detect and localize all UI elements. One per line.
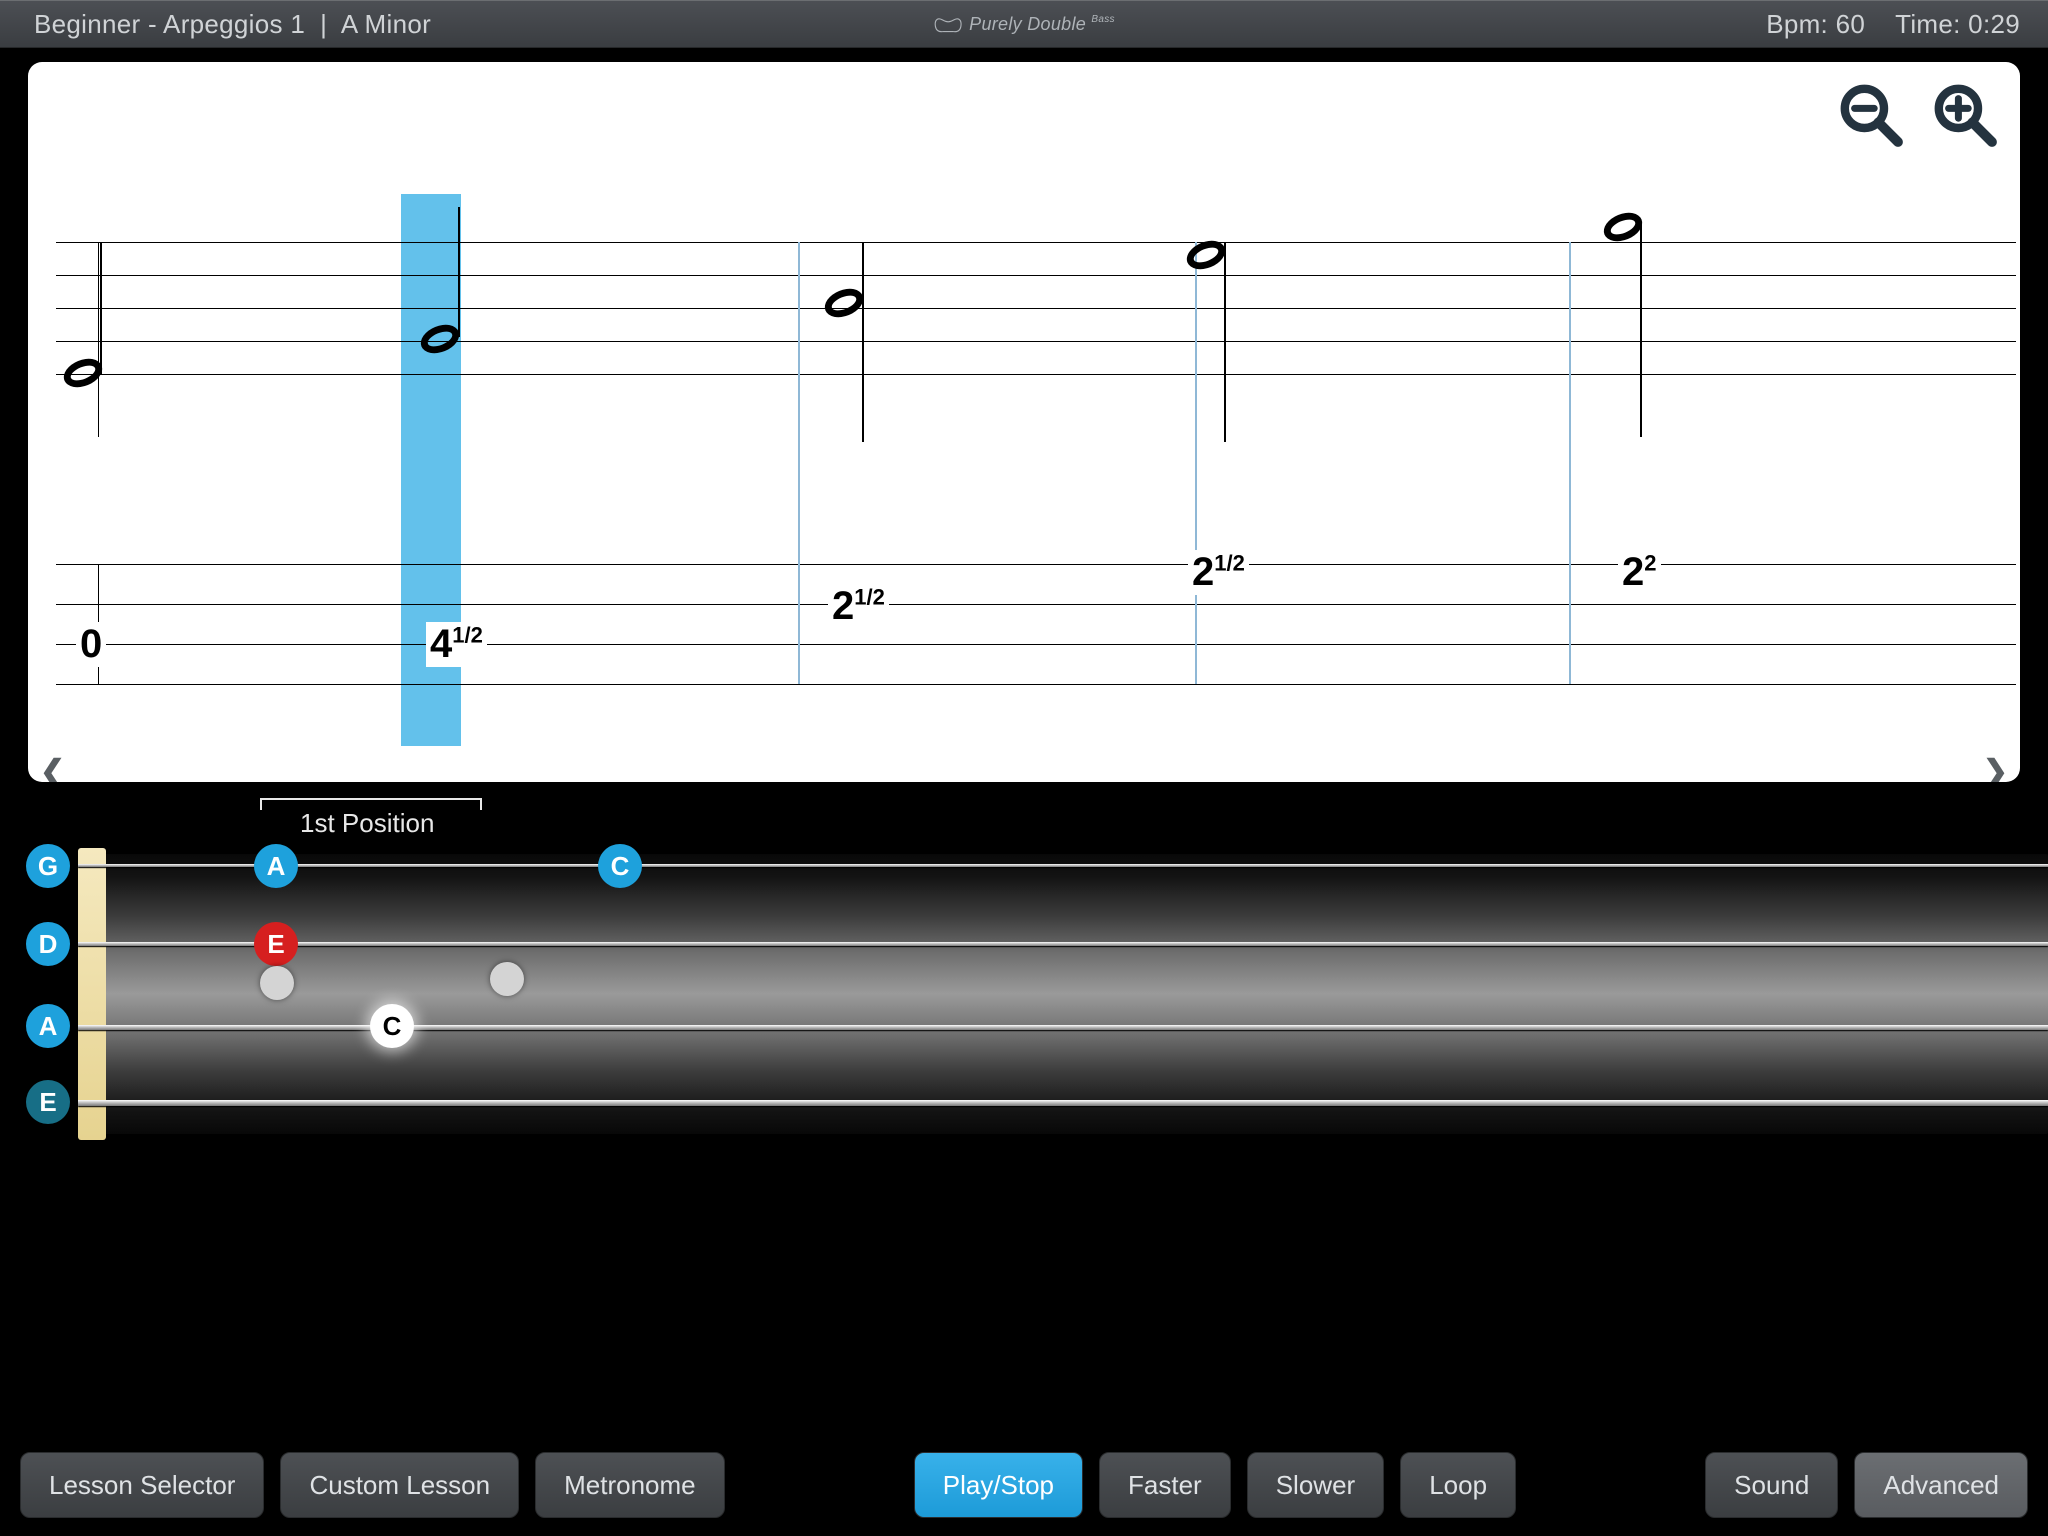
slower-button[interactable]: Slower bbox=[1247, 1452, 1384, 1518]
tab-fret: 41/2 bbox=[426, 622, 487, 667]
note-stem bbox=[1224, 242, 1226, 442]
string-d bbox=[78, 942, 2048, 946]
string-e bbox=[78, 1100, 2048, 1106]
metronome-button[interactable]: Metronome bbox=[535, 1452, 725, 1518]
faster-button[interactable]: Faster bbox=[1099, 1452, 1231, 1518]
playback-controls: Play/Stop Faster Slower Loop bbox=[914, 1452, 1516, 1518]
loop-button[interactable]: Loop bbox=[1400, 1452, 1516, 1518]
open-string-e[interactable]: E bbox=[26, 1080, 70, 1124]
position-label: 1st Position bbox=[300, 808, 434, 839]
tab-fret: 22 bbox=[1618, 550, 1661, 595]
sound-button[interactable]: Sound bbox=[1705, 1452, 1838, 1518]
time-readout: Time: 0:29 bbox=[1895, 9, 2020, 40]
fret-marker-e-active[interactable]: E bbox=[254, 922, 298, 966]
note-stem bbox=[458, 207, 460, 337]
bottom-toolbar: Lesson Selector Custom Lesson Metronome … bbox=[0, 1434, 2048, 1536]
lesson-title: Beginner - Arpeggios 1 | A Minor bbox=[0, 9, 431, 40]
note-stem bbox=[862, 242, 864, 442]
brand-logo: Purely Double Bass bbox=[933, 12, 1115, 36]
tab-fret: 0 bbox=[76, 622, 106, 667]
open-string-d[interactable]: D bbox=[26, 922, 70, 966]
fret-finger-dot bbox=[260, 966, 294, 1000]
top-bar: Beginner - Arpeggios 1 | A Minor Purely … bbox=[0, 0, 2048, 48]
fret-marker-c-current[interactable]: C bbox=[370, 1004, 414, 1048]
zoom-out-button[interactable] bbox=[1830, 74, 1910, 154]
tab-fret: 21/2 bbox=[828, 584, 889, 629]
tab-staff bbox=[56, 564, 2016, 694]
score-panel: 0 41/2 21/2 21/2 22 ❮ ❯ bbox=[28, 62, 2020, 782]
note-stem bbox=[100, 242, 102, 374]
zoom-in-button[interactable] bbox=[1924, 74, 2004, 154]
custom-lesson-button[interactable]: Custom Lesson bbox=[280, 1452, 519, 1518]
open-string-g[interactable]: G bbox=[26, 844, 70, 888]
fretboard-nut bbox=[78, 848, 106, 1140]
notation-staff bbox=[56, 242, 2016, 402]
advanced-button[interactable]: Advanced bbox=[1854, 1452, 2028, 1518]
tab-fret: 21/2 bbox=[1188, 550, 1249, 595]
barline-playhead bbox=[1195, 242, 1197, 684]
fretboard-neck bbox=[78, 854, 2048, 1134]
lesson-selector-button[interactable]: Lesson Selector bbox=[20, 1452, 264, 1518]
fret-finger-dot bbox=[490, 962, 524, 996]
fretboard-panel: 1st Position G D A E A C E C bbox=[0, 782, 2048, 1162]
zoom-in-icon bbox=[1929, 79, 1999, 149]
open-string-a[interactable]: A bbox=[26, 1004, 70, 1048]
note-stem bbox=[1640, 223, 1642, 437]
barline-playhead bbox=[1569, 242, 1571, 684]
barline-playhead bbox=[798, 242, 800, 684]
zoom-out-icon bbox=[1835, 79, 1905, 149]
bpm-readout: Bpm: 60 bbox=[1766, 9, 1865, 40]
fret-marker-c[interactable]: C bbox=[598, 844, 642, 888]
fret-marker-a[interactable]: A bbox=[254, 844, 298, 888]
string-g bbox=[78, 864, 2048, 867]
play-stop-button[interactable]: Play/Stop bbox=[914, 1452, 1083, 1518]
barline bbox=[98, 242, 99, 437]
